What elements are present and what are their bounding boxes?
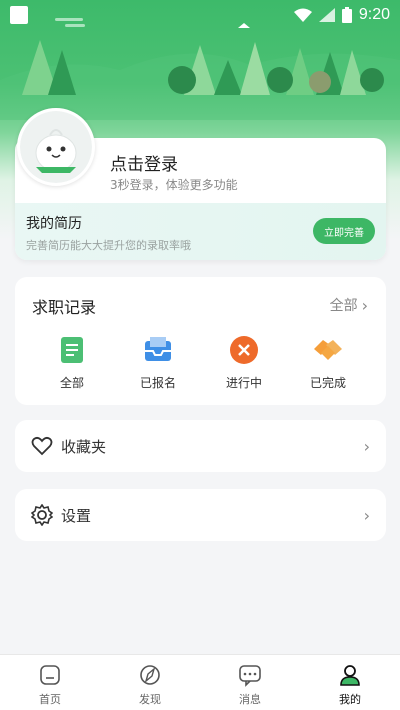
handshake-icon bbox=[314, 340, 342, 360]
record-label: 进行中 bbox=[225, 376, 262, 390]
battery-icon bbox=[341, 7, 352, 23]
close-circle-icon bbox=[230, 336, 258, 364]
tab-mine[interactable]: 我的 bbox=[300, 655, 400, 710]
record-label: 已完成 bbox=[309, 376, 346, 390]
signal-icon bbox=[318, 8, 335, 22]
tab-home[interactable]: 首页 bbox=[0, 655, 100, 710]
bottom-tab-bar: 首页 发现 消息 我的 bbox=[0, 654, 400, 710]
record-registered[interactable]: 已报名 bbox=[118, 333, 198, 391]
resume-section[interactable]: 我的简历 完善简历能大大提升您的录取率哦 立即完善 bbox=[15, 203, 386, 260]
tab-label: 消息 bbox=[239, 693, 261, 706]
inbox-icon bbox=[145, 337, 171, 361]
record-label: 全部 bbox=[59, 376, 84, 390]
job-records-card: 求职记录 全部 › 全部 已报名 进行中 已完成 bbox=[15, 277, 386, 405]
tab-label: 首页 bbox=[39, 693, 61, 706]
notification-icon bbox=[10, 6, 28, 24]
settings-label: 设置 bbox=[61, 506, 92, 525]
wifi-icon bbox=[293, 8, 312, 22]
favorites-label: 收藏夹 bbox=[61, 437, 107, 456]
compass-icon bbox=[140, 665, 160, 685]
record-all[interactable]: 全部 bbox=[32, 333, 112, 391]
heart-icon bbox=[31, 436, 53, 456]
record-label: 已报名 bbox=[139, 376, 176, 390]
avatar[interactable] bbox=[17, 108, 95, 186]
records-all-label: 全部 bbox=[329, 298, 358, 314]
records-all-link[interactable]: 全部 › bbox=[330, 295, 368, 315]
tab-label: 发现 bbox=[139, 693, 161, 706]
record-in-progress[interactable]: 进行中 bbox=[204, 333, 284, 391]
complete-resume-button[interactable]: 立即完善 bbox=[313, 218, 375, 244]
resume-subtitle: 完善简历能大大提升您的录取率哦 bbox=[26, 239, 191, 252]
user-icon bbox=[340, 665, 360, 686]
records-title: 求职记录 bbox=[32, 298, 97, 317]
chevron-right-icon: › bbox=[363, 505, 370, 525]
tab-discover[interactable]: 发现 bbox=[100, 655, 200, 710]
tab-messages[interactable]: 消息 bbox=[200, 655, 300, 710]
gear-icon bbox=[31, 504, 53, 526]
login-title[interactable]: 点击登录 bbox=[110, 150, 178, 175]
login-subtitle: 3秒登录，体验更多功能 bbox=[110, 178, 238, 192]
home-icon bbox=[40, 665, 60, 685]
status-bar: 9:20 bbox=[0, 0, 400, 30]
document-icon bbox=[61, 337, 83, 363]
chevron-right-icon: › bbox=[363, 436, 370, 456]
record-completed[interactable]: 已完成 bbox=[288, 333, 368, 391]
favorites-row[interactable]: 收藏夹 › bbox=[15, 420, 386, 472]
settings-row[interactable]: 设置 › bbox=[15, 489, 386, 541]
chevron-right-icon: › bbox=[361, 295, 368, 315]
resume-title: 我的简历 bbox=[26, 216, 82, 232]
message-icon bbox=[239, 665, 261, 687]
status-time: 9:20 bbox=[358, 6, 390, 23]
mascot-icon bbox=[20, 111, 92, 183]
tab-label: 我的 bbox=[339, 693, 361, 706]
